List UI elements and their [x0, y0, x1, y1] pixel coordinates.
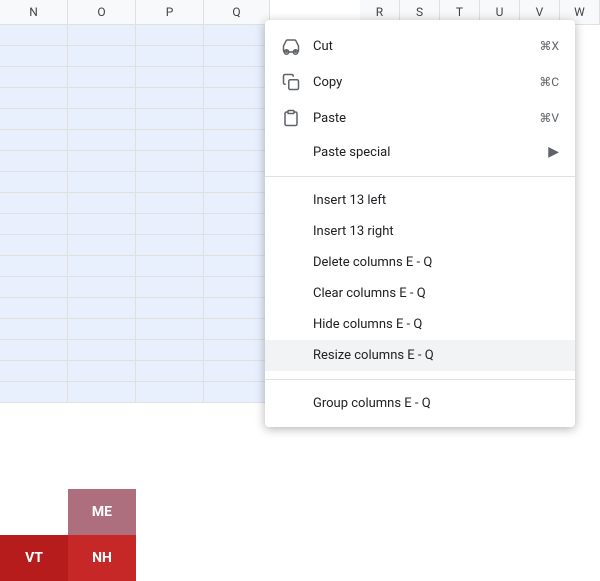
menu-item-clear-cols[interactable]: Clear columns E - Q [265, 278, 575, 309]
menu-item-copy[interactable]: Copy ⌘C [265, 64, 575, 100]
copy-icon [281, 72, 301, 92]
menu-item-delete-cols[interactable]: Delete columns E - Q [265, 247, 575, 278]
clear-cols-label: Clear columns E - Q [313, 286, 426, 301]
menu-item-group-cols[interactable]: Group columns E - Q [265, 388, 575, 419]
menu-divider-2 [265, 379, 575, 380]
cut-shortcut: ⌘X [539, 39, 559, 53]
menu-item-insert-left[interactable]: Insert 13 left [265, 185, 575, 216]
copy-label: Copy [313, 75, 342, 90]
insert-right-label: Insert 13 right [313, 224, 394, 239]
paste-shortcut: ⌘V [539, 111, 559, 125]
map-cell-me: ME [68, 489, 136, 535]
menu-divider-1 [265, 176, 575, 177]
col-header-n[interactable]: N [0, 0, 68, 24]
map-cell-nh: NH [68, 535, 136, 581]
col-header-q[interactable]: Q [204, 0, 270, 24]
paste-icon [281, 108, 301, 128]
menu-item-insert-right[interactable]: Insert 13 right [265, 216, 575, 247]
insert-left-label: Insert 13 left [313, 193, 386, 208]
menu-item-cut[interactable]: Cut ⌘X [265, 28, 575, 64]
col-header-p[interactable]: P [136, 0, 204, 24]
resize-cols-label: Resize columns E - Q [313, 348, 434, 363]
cut-icon [281, 36, 301, 56]
paste-special-label: Paste special [313, 145, 390, 160]
grid-area [0, 25, 270, 403]
delete-cols-label: Delete columns E - Q [313, 255, 432, 270]
copy-shortcut: ⌘C [539, 75, 559, 89]
menu-item-hide-cols[interactable]: Hide columns E - Q [265, 309, 575, 340]
col-headers: N O P Q [0, 0, 270, 25]
col-header-o[interactable]: O [68, 0, 136, 24]
menu-item-resize-cols[interactable]: Resize columns E - Q [265, 340, 575, 371]
context-menu: Cut ⌘X Copy ⌘C Paste ⌘V [265, 20, 575, 427]
hide-cols-label: Hide columns E - Q [313, 317, 422, 332]
spreadsheet: N O P Q VT NH ME [0, 0, 270, 581]
submenu-arrow-icon: ▶ [548, 144, 559, 160]
map-cell-vt: VT [0, 535, 68, 581]
paste-label: Paste [313, 111, 346, 126]
group-cols-label: Group columns E - Q [313, 396, 431, 411]
menu-item-paste-special[interactable]: Paste special ▶ [265, 136, 575, 168]
cut-label: Cut [313, 39, 333, 54]
menu-item-paste[interactable]: Paste ⌘V [265, 100, 575, 136]
